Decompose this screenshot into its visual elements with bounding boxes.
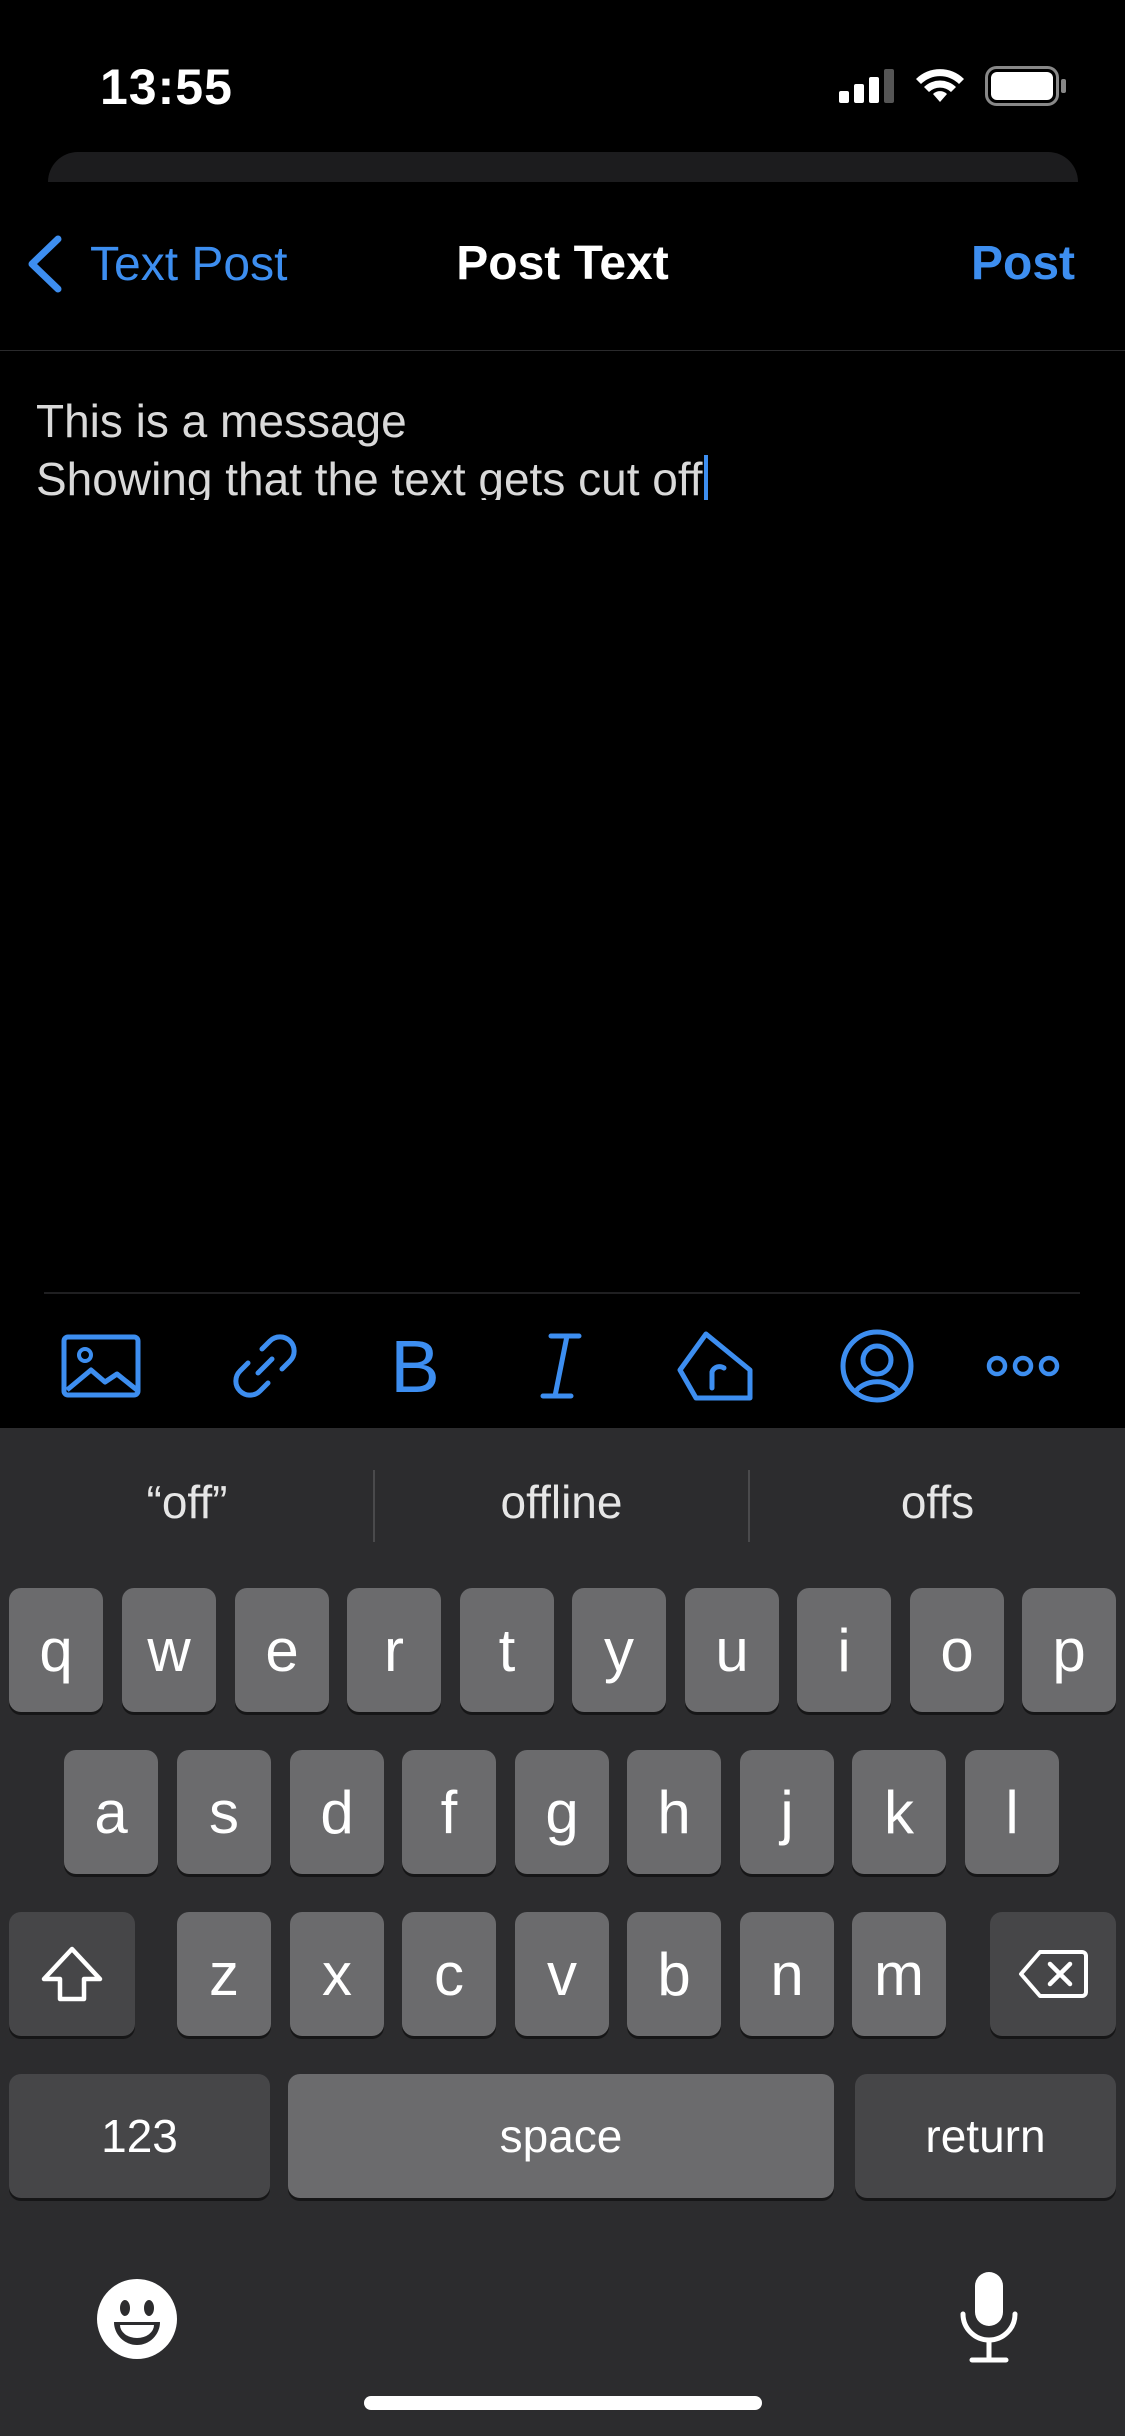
- page-title: Post Text: [456, 237, 669, 290]
- key-w[interactable]: w: [122, 1588, 216, 1712]
- more-button[interactable]: [978, 1328, 1068, 1404]
- bold-icon: B: [390, 1324, 440, 1408]
- sheet-edge: [48, 152, 1078, 182]
- editor-line-1: This is a message: [36, 395, 407, 447]
- suggestion-3[interactable]: offs: [750, 1428, 1125, 1576]
- editor-line-2: Showing that the text gets cut off: [36, 450, 1086, 500]
- key-x[interactable]: x: [290, 1912, 384, 2036]
- italic-button[interactable]: [516, 1328, 606, 1404]
- delete-key[interactable]: [990, 1912, 1116, 2036]
- status-time: 13:55: [100, 59, 233, 115]
- key-z[interactable]: z: [177, 1912, 271, 2036]
- key-e[interactable]: e: [235, 1588, 329, 1712]
- key-k[interactable]: k: [852, 1750, 946, 1874]
- key-q[interactable]: q: [9, 1588, 103, 1712]
- battery-icon: [985, 66, 1066, 106]
- tag-button[interactable]: [670, 1328, 760, 1404]
- italic-icon: [540, 1333, 582, 1399]
- key-a[interactable]: a: [64, 1750, 158, 1874]
- wifi-icon: [916, 69, 964, 102]
- key-g[interactable]: g: [515, 1750, 609, 1874]
- mention-icon: [840, 1329, 914, 1403]
- signal-icon: [839, 69, 894, 103]
- toolbar-divider: [44, 1292, 1080, 1294]
- mention-button[interactable]: [832, 1328, 922, 1404]
- post-button[interactable]: Post: [971, 236, 1075, 291]
- link-button[interactable]: [220, 1328, 310, 1404]
- key-h[interactable]: h: [627, 1750, 721, 1874]
- emoji-button[interactable]: [96, 2278, 178, 2365]
- key-c[interactable]: c: [402, 1912, 496, 2036]
- text-caret: [703, 455, 708, 500]
- link-icon: [233, 1334, 297, 1398]
- format-toolbar: B: [0, 1300, 1125, 1428]
- more-icon: [986, 1355, 1060, 1377]
- status-icons: [839, 66, 1067, 106]
- image-icon: [61, 1334, 141, 1398]
- backspace-icon: [1019, 1950, 1088, 1998]
- key-n[interactable]: n: [740, 1912, 834, 2036]
- key-s[interactable]: s: [177, 1750, 271, 1874]
- space-key[interactable]: space: [288, 2074, 834, 2198]
- emoji-icon: [97, 2279, 177, 2359]
- key-b[interactable]: b: [627, 1912, 721, 2036]
- post-text-editor[interactable]: This is a message Showing that the text …: [36, 392, 1086, 500]
- key-m[interactable]: m: [852, 1912, 946, 2036]
- numbers-key[interactable]: 123: [9, 2074, 270, 2198]
- shift-icon: [41, 1946, 103, 2002]
- key-d[interactable]: d: [290, 1750, 384, 1874]
- suggestion-1[interactable]: “off”: [0, 1428, 374, 1576]
- key-y[interactable]: y: [572, 1588, 666, 1712]
- key-o[interactable]: o: [910, 1588, 1004, 1712]
- key-l[interactable]: l: [965, 1750, 1059, 1874]
- return-key[interactable]: return: [855, 2074, 1116, 2198]
- key-t[interactable]: t: [460, 1588, 554, 1712]
- image-button[interactable]: [56, 1328, 146, 1404]
- dictation-button[interactable]: [958, 2270, 1020, 2369]
- key-v[interactable]: v: [515, 1912, 609, 2036]
- suggestion-2[interactable]: offline: [375, 1428, 748, 1576]
- key-r[interactable]: r: [347, 1588, 441, 1712]
- tag-icon: [677, 1331, 753, 1401]
- microphone-icon: [960, 2272, 1018, 2363]
- key-j[interactable]: j: [740, 1750, 834, 1874]
- bold-button[interactable]: B: [370, 1325, 460, 1408]
- key-u[interactable]: u: [685, 1588, 779, 1712]
- editor-line-2-text: Showing that the text gets cut off: [36, 453, 703, 500]
- home-indicator[interactable]: [364, 2396, 762, 2410]
- key-f[interactable]: f: [402, 1750, 496, 1874]
- shift-key[interactable]: [9, 1912, 135, 2036]
- key-i[interactable]: i: [797, 1588, 891, 1712]
- key-p[interactable]: p: [1022, 1588, 1116, 1712]
